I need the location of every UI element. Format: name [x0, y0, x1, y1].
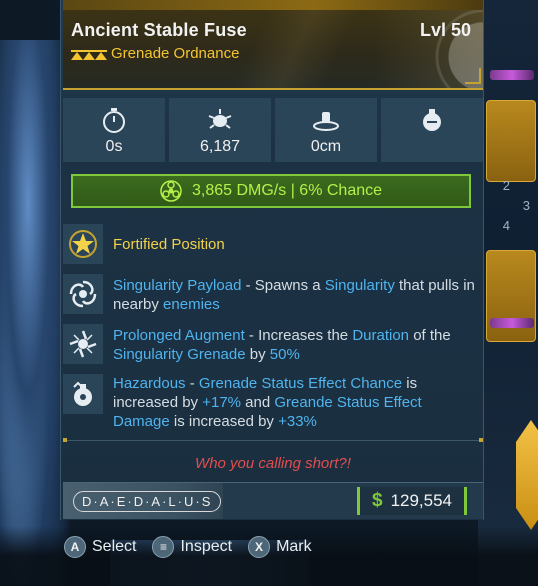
- manufacturer-badge: D·A·E·D·A·L·U·S: [63, 483, 223, 519]
- item-price: $ 129,554: [357, 487, 467, 515]
- stat-radius: 0cm: [275, 98, 377, 162]
- timer-icon: [103, 108, 125, 133]
- perk-text-run: by: [245, 346, 270, 363]
- star-badge-icon: [63, 224, 103, 264]
- weapon-thumbnail[interactable]: [490, 70, 534, 80]
- perk-text-run: is increased by: [169, 413, 279, 430]
- elemental-damage-bar: 3,865 DMG/s | 6% Chance: [71, 174, 471, 208]
- stat-value: 0s: [105, 138, 123, 155]
- slot-number: 4: [502, 218, 510, 233]
- a-button-icon: A: [64, 536, 86, 558]
- perk-name: Prolonged Augment: [113, 327, 245, 344]
- item-type: Grenade Ordnance: [111, 45, 240, 62]
- perk-fortified-position[interactable]: Fortified Position: [63, 224, 483, 264]
- damage-burst-icon: [208, 109, 232, 129]
- equipment-side-panel: 2 3 4: [478, 0, 538, 586]
- radius-icon: [313, 112, 339, 131]
- perk-keyword: enemies: [163, 296, 220, 313]
- perk-description: Singularity Payload - Spawns a Singulari…: [113, 276, 475, 314]
- prompt-label: Inspect: [180, 538, 233, 555]
- singularity-icon: [63, 274, 103, 314]
- flavor-text: Who you calling short?!: [195, 455, 351, 472]
- slot-number: 2: [502, 178, 510, 193]
- perk-description: Prolonged Augment - Increases the Durati…: [113, 326, 475, 364]
- item-level: Lvl 50: [419, 20, 471, 40]
- button-prompts: A Select ≡ Inspect X Mark: [64, 536, 312, 558]
- menu-button-icon: ≡: [152, 536, 175, 558]
- stat-damage: 6,187: [169, 98, 271, 162]
- perk-name: Hazardous: [113, 375, 186, 392]
- perk-text-run: - Spawns a: [241, 277, 325, 294]
- x-button-icon: X: [248, 536, 271, 558]
- equipment-slot[interactable]: [486, 100, 536, 182]
- item-header: Ancient Stable Fuse Lvl 50 Grenade Ordna…: [63, 10, 483, 90]
- perk-name: Singularity Payload: [113, 277, 242, 294]
- inspect-prompt[interactable]: ≡ Inspect: [152, 536, 232, 558]
- stats-row: 0s 6,187 0cm: [63, 98, 483, 162]
- item-name: Ancient Stable Fuse: [71, 20, 247, 40]
- stat-grenade-count: [381, 98, 483, 162]
- grenade-count-icon: [423, 109, 441, 131]
- corrosive-icon: [160, 180, 182, 202]
- prompt-label: Mark: [276, 538, 312, 555]
- perk-keyword: 50%: [269, 346, 300, 363]
- perk-text-run: of the: [409, 327, 451, 344]
- currency-icon: $: [371, 490, 383, 511]
- price-value: 129,554: [390, 491, 453, 510]
- perk-prolonged-augment[interactable]: Prolonged Augment - Increases the Durati…: [63, 322, 483, 366]
- perk-text-run: and: [241, 394, 275, 411]
- perk-hazardous[interactable]: Hazardous - Grenade Status Effect Chance…: [63, 372, 483, 434]
- divider: [63, 438, 483, 442]
- manufacturer-logo: D·A·E·D·A·L·U·S: [73, 490, 222, 512]
- hazard-icon: [63, 374, 103, 414]
- perk-text-run: -: [185, 375, 199, 392]
- perk-description: Hazardous - Grenade Status Effect Chance…: [113, 374, 475, 431]
- hex-badge-icon: [516, 420, 538, 530]
- perk-title: Fortified Position: [113, 236, 225, 253]
- perk-singularity-payload[interactable]: Singularity Payload - Spawns a Singulari…: [63, 272, 483, 316]
- stat-value: 6,187: [199, 138, 241, 155]
- prompt-label: Select: [92, 538, 137, 555]
- slot-number: 3: [522, 198, 530, 213]
- perk-text-run: - Increases the: [244, 327, 353, 344]
- equipment-slot[interactable]: [486, 250, 536, 342]
- mark-prompt[interactable]: X Mark: [248, 536, 312, 558]
- perk-keyword: Singularity Grenade: [113, 346, 246, 363]
- perk-keyword: Singularity: [324, 277, 395, 294]
- item-footer: D·A·E·D·A·L·U·S $ 129,554: [63, 482, 483, 519]
- item-card: Ancient Stable Fuse Lvl 50 Grenade Ordna…: [60, 0, 484, 520]
- augment-swirl-icon: [63, 324, 103, 364]
- header-corner-mark: [465, 68, 481, 84]
- rarity-chevrons-icon: [71, 50, 107, 60]
- stat-value: 0cm: [310, 138, 342, 155]
- perk-keyword: Grenade Status Effect Chance: [198, 375, 403, 392]
- card-top-strip: [63, 0, 483, 10]
- select-prompt[interactable]: A Select: [64, 536, 136, 558]
- elemental-damage-text: 3,865 DMG/s | 6% Chance: [191, 182, 383, 199]
- perk-keyword: Duration: [352, 327, 410, 344]
- stat-fuse-time: 0s: [63, 98, 165, 162]
- perk-keyword: +33%: [278, 413, 317, 430]
- perk-keyword: +17%: [202, 394, 242, 411]
- weapon-thumbnail[interactable]: [490, 318, 534, 328]
